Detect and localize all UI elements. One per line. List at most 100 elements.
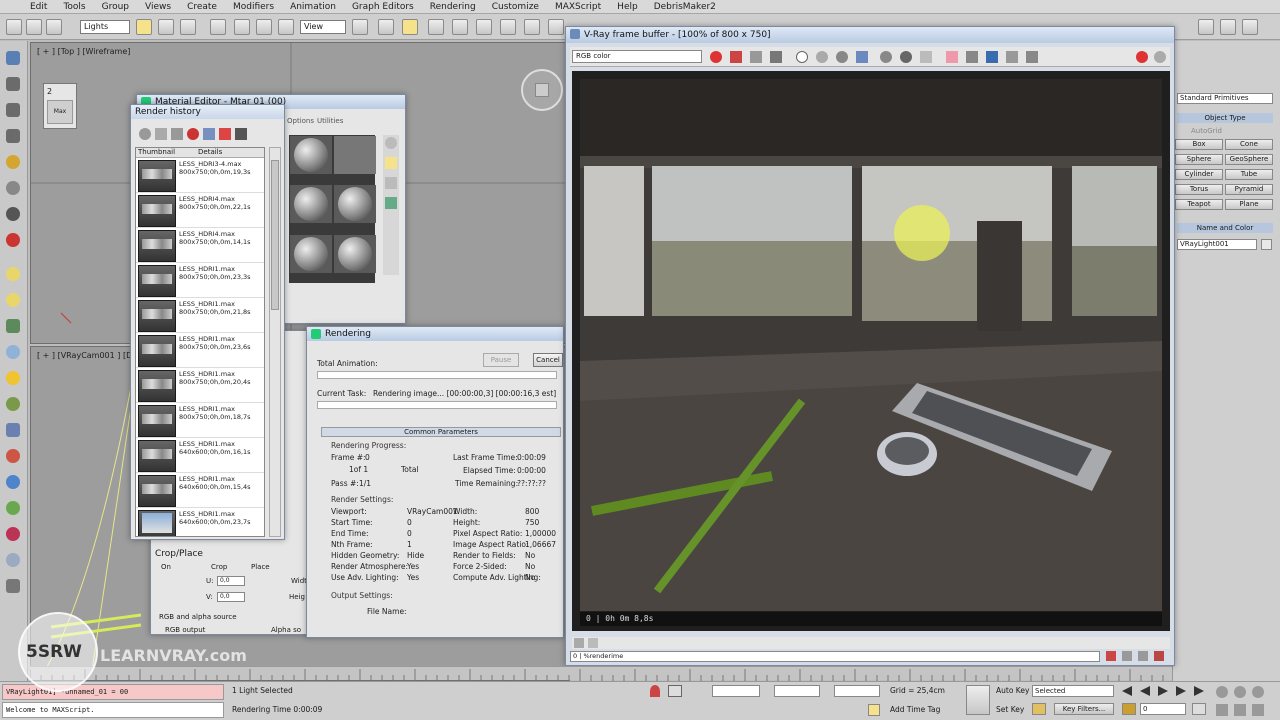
object-type-button[interactable]: Sphere [1175,154,1223,165]
set-key-big-button[interactable] [966,685,990,715]
render-history-title[interactable]: Render history [131,105,284,119]
material-slot[interactable] [334,234,376,273]
scrollbar-thumb[interactable] [271,160,279,310]
tree-icon[interactable] [6,319,20,333]
history-item[interactable]: LESS_HDRI4.max 800x750;0h,0m,14,1s [136,228,264,263]
display-icon[interactable] [6,155,20,169]
menu-item[interactable]: DebrisMaker2 [654,2,716,12]
col-details[interactable]: Details [178,148,222,157]
vfb-log-icon[interactable] [1154,651,1164,661]
history-item[interactable]: LESS_HDRI1.max 800x750;0h,0m,21,8s [136,298,264,333]
y-coord-field[interactable] [774,685,820,697]
menu-item[interactable]: Group [102,2,129,12]
render-setup-icon[interactable] [1198,19,1214,35]
menu-item[interactable]: Modifiers [233,2,274,12]
folder-icon[interactable] [171,128,183,140]
current-frame-field[interactable]: 0 [1140,703,1186,715]
omni-light-icon[interactable] [6,293,20,307]
history-item[interactable]: LESS_HDRI1.max 800x750;0h,0m,23,3s [136,263,264,298]
redo-icon[interactable] [26,19,42,35]
vfb-blue-icon[interactable] [750,51,762,63]
move-icon[interactable] [234,19,250,35]
material-slot[interactable] [290,234,332,273]
z-coord-field[interactable] [834,685,880,697]
play-icon[interactable] [1158,686,1168,696]
load-icon[interactable] [155,128,167,140]
align-icon[interactable] [548,19,564,35]
save-icon[interactable] [139,128,151,140]
history-item[interactable]: LESS_HDRI4.max 800x750;0h,0m,22,1s [136,193,264,228]
channel-dropdown[interactable]: RGB color [572,50,702,63]
object-color-swatch[interactable] [1261,239,1272,250]
window-crossing-icon[interactable] [210,19,226,35]
background-icon[interactable] [385,177,397,189]
history-item[interactable]: LESS_HDRI1.max 640x600;0h,0m,23,7s [136,508,264,536]
vfb-srgb-icon[interactable] [1006,51,1018,63]
pivot-icon[interactable] [352,19,368,35]
percent-snap-icon[interactable] [452,19,468,35]
uv-tiling-icon[interactable] [385,197,397,209]
bulb-icon[interactable] [6,267,20,281]
vfb-clear-icon[interactable] [920,51,932,63]
vfb-title-bar[interactable]: V-Ray frame buffer - [100% of 800 x 750] [566,27,1174,43]
sun-icon[interactable] [6,371,20,385]
set-key-button[interactable]: Set Key [996,705,1024,714]
object-type-button[interactable]: Tube [1225,169,1273,180]
timeline[interactable] [29,666,1172,681]
vfb-lens-icon[interactable] [986,51,998,63]
link-icon[interactable] [46,19,62,35]
systems-icon[interactable] [6,449,20,463]
object-type-button[interactable]: Cylinder [1175,169,1223,180]
object-type-button[interactable]: Pyramid [1225,184,1273,195]
menu-item[interactable]: Customize [492,2,539,12]
object-type-button[interactable]: GeoSphere [1225,154,1273,165]
rotate-icon[interactable] [256,19,272,35]
next-frame-icon[interactable] [1176,686,1186,696]
crop-on-checkbox[interactable]: On [161,563,171,571]
key-filters-button[interactable]: Key Filters... [1054,703,1114,715]
vfb-load-icon[interactable] [836,51,848,63]
rendered-frame-icon[interactable] [1220,19,1236,35]
selection-filter-dropdown[interactable]: Lights [80,20,130,34]
x-coord-field[interactable] [712,685,760,697]
menu-item[interactable]: Edit [30,2,47,12]
mirror-icon[interactable] [524,19,540,35]
vfb-expand-icon[interactable] [574,638,584,648]
sample-type-icon[interactable] [385,137,397,149]
history-item[interactable]: LESS_HDRI1.max 640x600;0h,0m,16,1s [136,438,264,473]
render-production-icon[interactable] [1242,19,1258,35]
vfb-render-icon[interactable] [1154,51,1166,63]
auto-key-button[interactable]: Auto Key [996,686,1029,695]
hierarchy-icon[interactable] [6,103,20,117]
zoom-icon[interactable] [1216,686,1228,698]
time-config-icon[interactable] [1192,703,1206,715]
maxscript-listener[interactable]: VRayLight01] -unnamed_01 = 00 [2,684,224,700]
pan-icon[interactable] [1216,704,1228,716]
fov-icon[interactable] [1252,686,1264,698]
vfb-region-icon[interactable] [880,51,892,63]
vfb-red-icon[interactable] [710,51,722,63]
vfb-history-icon[interactable] [856,51,868,63]
vfb-stop-icon[interactable] [1136,51,1148,63]
vfb-right-panel-icon[interactable] [1138,651,1148,661]
coord-system-dropdown[interactable]: View [300,20,346,34]
vfb-lut-icon[interactable] [1026,51,1038,63]
history-item[interactable]: LESS_HDRI1.max 800x750;0h,0m,18,7s [136,403,264,438]
named-selection-icon[interactable] [500,19,516,35]
select-manipulate-icon[interactable] [378,19,394,35]
vfb-image-area[interactable]: 0 | 0h 0m 8,8s [572,71,1170,631]
prev-frame-icon[interactable] [1140,686,1150,696]
key-set-dropdown[interactable]: Selected [1032,685,1114,697]
category-dropdown[interactable]: Standard Primitives [1177,93,1273,104]
render-icon[interactable] [6,233,20,247]
maximize-viewport-icon[interactable] [1252,704,1264,716]
undo-icon[interactable] [6,19,22,35]
object-type-button[interactable]: Cone [1225,139,1273,150]
crop-radio[interactable]: Crop [211,563,227,571]
select-object-icon[interactable] [136,19,152,35]
ball-icon[interactable] [6,527,20,541]
vfb-mono-icon[interactable] [796,51,808,63]
menu-item[interactable]: Create [187,2,217,12]
snap-toggle-icon[interactable] [402,19,418,35]
motion-icon[interactable] [6,129,20,143]
